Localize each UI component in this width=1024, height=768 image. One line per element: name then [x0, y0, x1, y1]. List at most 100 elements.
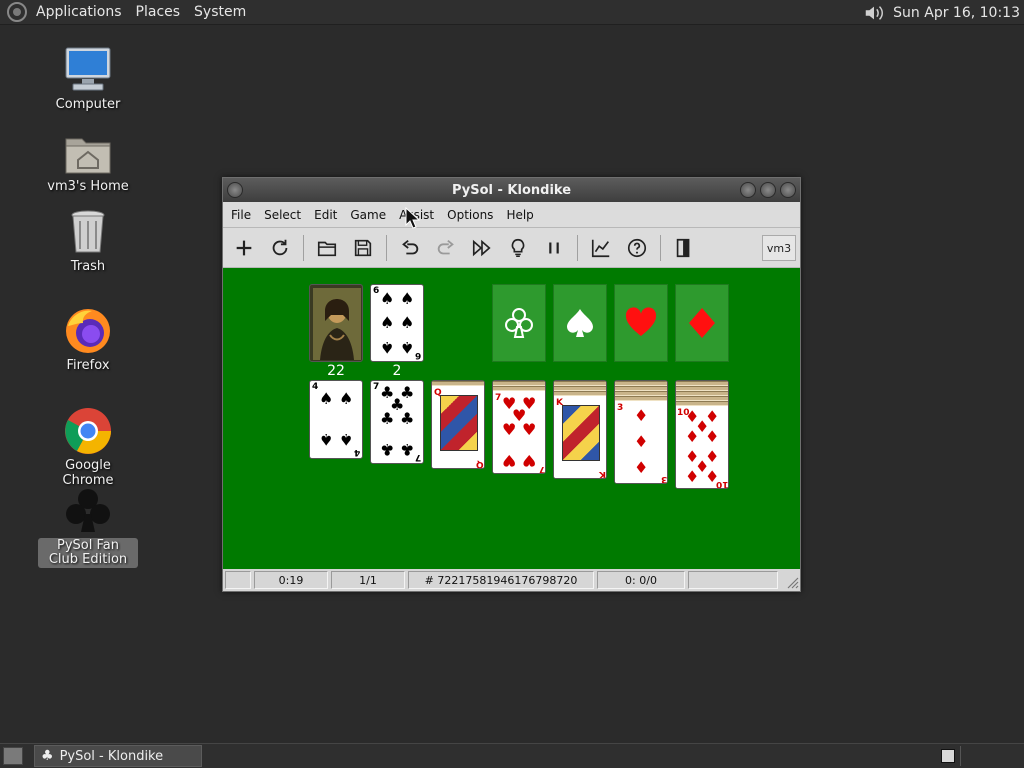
open-icon[interactable] [312, 233, 342, 263]
player-name: vm3 [762, 235, 796, 261]
home-folder-icon [63, 127, 113, 177]
spade-icon [567, 309, 593, 337]
save-icon[interactable] [348, 233, 378, 263]
quit-icon[interactable] [669, 233, 699, 263]
tableau-card[interactable]: 4 ♠ ♠ ♠ ♠ 4 [309, 380, 363, 459]
undo-icon[interactable] [395, 233, 425, 263]
desktop-icon-pysol[interactable]: PySol Fan Club Edition [38, 486, 138, 568]
workspace-2[interactable] [960, 746, 1020, 766]
new-game-icon[interactable] [229, 233, 259, 263]
tableau-card[interactable]: 7 ♣ ♣ ♣ ♣ ♣ ♣ ♣ 7 [370, 380, 424, 464]
clock[interactable]: Sun Apr 16, 10:13 [893, 5, 1020, 21]
diamond-icon: ♦ [634, 458, 649, 477]
tableau-pile[interactable]: 3 ♦ ♦ ♦ 3 [614, 380, 668, 484]
statistics-icon[interactable] [586, 233, 616, 263]
heart-icon [625, 307, 657, 336]
status-time: 0:19 [254, 571, 328, 589]
desktop-icon-computer[interactable]: Computer [38, 45, 138, 112]
status-empty-cell [688, 571, 778, 589]
spade-icon: ♠ [380, 289, 395, 308]
system-menu[interactable]: System [187, 0, 253, 25]
spade-icon: ♠ [319, 430, 334, 449]
firefox-icon [63, 306, 113, 356]
king-face-icon [562, 405, 600, 461]
show-desktop-icon[interactable] [3, 747, 23, 765]
talon-pile[interactable] [309, 284, 363, 362]
desktop-icon-label: Firefox [66, 358, 110, 373]
places-menu[interactable]: Places [129, 0, 188, 25]
desktop-icon-trash[interactable]: Trash [38, 207, 138, 274]
menu-file[interactable]: File [226, 208, 256, 222]
volume-icon[interactable] [863, 2, 885, 24]
foundation-diamonds[interactable] [675, 284, 729, 362]
trash-icon [63, 207, 113, 257]
applications-menu[interactable]: Applications [29, 0, 129, 25]
spade-icon: ♠ [380, 313, 395, 332]
card-rank: K [599, 469, 606, 479]
spade-icon: ♠ [400, 313, 415, 332]
desktop-icon-home[interactable]: vm3's Home [38, 127, 138, 194]
heart-icon: ♥ [502, 420, 517, 439]
tableau-card[interactable]: K K [554, 397, 606, 479]
restart-icon[interactable] [265, 233, 295, 263]
diamond-icon: ♦ [634, 432, 649, 451]
menu-edit[interactable]: Edit [309, 208, 342, 222]
face-down-card [615, 396, 667, 401]
queen-face-icon [440, 395, 478, 451]
status-bar: 0:19 1/1 # 72217581946176798720 0: 0/0 [223, 569, 800, 591]
heart-icon: ♥ [522, 420, 537, 439]
tableau-pile[interactable]: 7 ♥ ♥ ♥ ♥ ♥ ♥ ♥ 7 [492, 380, 546, 474]
card-rank: 7 [495, 393, 502, 403]
spade-icon: ♠ [319, 389, 334, 408]
distro-logo-icon[interactable] [7, 2, 27, 22]
workspace-1[interactable] [941, 749, 955, 763]
tableau-pile[interactable]: Q Q [431, 380, 485, 469]
status-moves: 1/1 [331, 571, 405, 589]
waste-card[interactable]: 6 ♠ ♠ ♠ ♠ ♠ ♠ 6 [370, 284, 424, 362]
desktop-icon-firefox[interactable]: Firefox [38, 306, 138, 373]
pause-icon[interactable] [539, 233, 569, 263]
menu-help[interactable]: Help [501, 208, 538, 222]
computer-icon [63, 45, 113, 95]
minimize-icon[interactable] [740, 182, 756, 198]
close-icon[interactable] [780, 182, 796, 198]
resize-grip-icon[interactable] [785, 575, 799, 589]
mouse-cursor-icon [405, 207, 421, 229]
menu-options[interactable]: Options [442, 208, 498, 222]
foundation-hearts[interactable] [614, 284, 668, 362]
taskbar-item-pysol[interactable]: ♣ PySol - Klondike [34, 745, 202, 767]
tableau-card[interactable]: 7 ♥ ♥ ♥ ♥ ♥ ♥ ♥ 7 [493, 392, 545, 473]
tableau-card[interactable]: Q Q [432, 387, 484, 468]
tableau-card[interactable]: 3 ♦ ♦ ♦ 3 [615, 402, 667, 483]
window-menu-icon[interactable] [227, 182, 243, 198]
tableau-pile[interactable]: 10 ♦ ♦ ♦ ♦ ♦ ♦ ♦ ♦ ♦ ♦ 10 [675, 380, 729, 489]
talon-count: 22 [327, 363, 345, 379]
spade-icon: ♠ [339, 389, 354, 408]
desktop-icon-chrome[interactable]: Google Chrome [38, 406, 138, 488]
club-icon: ♣ [41, 748, 54, 764]
status-game-number: # 72217581946176798720 [408, 571, 594, 589]
desktop-icon-label: Google Chrome [62, 458, 114, 488]
menu-select[interactable]: Select [259, 208, 306, 222]
card-rank: 3 [617, 403, 624, 413]
toolbar-separator [577, 234, 578, 261]
help-icon[interactable] [622, 233, 652, 263]
window-titlebar[interactable]: PySol - Klondike [223, 178, 800, 202]
tableau-card[interactable]: 10 ♦ ♦ ♦ ♦ ♦ ♦ ♦ ♦ ♦ ♦ 10 [676, 407, 728, 488]
card-rank: 4 [312, 382, 319, 392]
diamond-icon: ♦ [705, 427, 720, 446]
menu-game[interactable]: Game [345, 208, 391, 222]
hint-icon[interactable] [503, 233, 533, 263]
foundation-clubs[interactable] [492, 284, 546, 362]
foundation-spades[interactable] [553, 284, 607, 362]
game-table: 22 6 ♠ ♠ ♠ ♠ ♠ ♠ 6 2 4 ♠ ♠ ♠ ♠ 4 7 ♣ ♣ ♣… [223, 268, 800, 570]
waste-count: 2 [392, 363, 402, 379]
spade-icon: ♠ [400, 338, 415, 357]
maximize-icon[interactable] [760, 182, 776, 198]
tableau-pile[interactable]: K K [553, 380, 607, 479]
redo-icon[interactable] [431, 233, 461, 263]
autodrop-icon[interactable] [467, 233, 497, 263]
card-rank: 7 [414, 452, 421, 462]
diamond-icon [689, 308, 715, 338]
face-down-card [432, 381, 484, 386]
